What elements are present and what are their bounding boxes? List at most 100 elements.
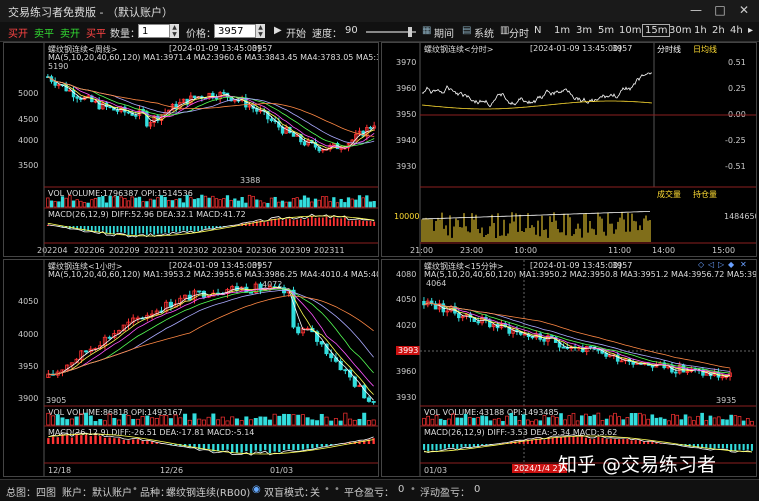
float-pnl-value: 0 [474,484,481,495]
symbol-value[interactable]: 螺纹钢连续(RB00) [166,484,250,499]
volume-bar [277,415,282,426]
candle-body [368,126,373,129]
volume-bar [721,419,725,426]
separator-icon: • [410,484,416,495]
volume-bar [362,412,367,426]
speed-value: 90 [345,25,358,36]
sell-open-button[interactable]: 卖开 [60,25,80,40]
volume-bar [295,197,299,208]
candle-body [530,336,535,339]
title-bar: 交易练习者免费版 - （默认账户） — □ ✕ [0,0,759,23]
sell-flat-button[interactable]: 卖平 [34,25,54,40]
volume-bar [258,416,263,426]
price-input[interactable]: 3957 [214,24,256,38]
volume-bar [258,200,263,208]
volume-bar [117,419,122,426]
volume-bar [708,415,713,426]
volume-bar [324,196,329,208]
candle-body [588,345,593,348]
close-button[interactable]: ✕ [736,3,752,17]
macd-dea-line [48,433,374,455]
period-1m[interactable]: 1m [552,25,572,36]
period-button[interactable]: 期间 [434,25,454,40]
volume-bar [267,419,272,426]
account-value[interactable]: 默认账户 [92,484,132,499]
toolbar: 买开 卖平 卖开 买平 数量： 1 ▲ ▼ 价格： 3957 ▲ ▼ ▶ 开始 速度… [0,22,759,42]
qty-spinner[interactable]: ▲ ▼ [170,24,179,38]
ma-line [47,76,375,147]
candle-body [329,353,334,359]
volume-bar [302,195,307,208]
system-button[interactable]: 系统 [474,25,494,40]
period-2h[interactable]: 2h [710,25,727,36]
blind-mode-label: 双盲模式： [264,488,314,499]
volume-bar [288,201,292,208]
volume-bar [348,418,353,426]
volume-bar [262,202,266,208]
period-n[interactable]: N [532,25,543,36]
more-periods-icon[interactable]: ▸ [748,25,753,36]
buy-flat-button[interactable]: 买平 [86,25,106,40]
candle-body [126,111,131,114]
volume-bar [488,420,493,426]
blind-mode-value[interactable]: 关 [310,484,320,499]
volume-bar [496,418,501,426]
separator-icon: • [334,484,340,495]
period-30m[interactable]: 30m [667,25,693,36]
volume-bar [426,415,431,426]
separator-icon: • [132,484,138,495]
period-4h[interactable]: 4h [728,25,745,36]
volume-bar [604,418,609,426]
volume-bar [98,419,103,426]
period-10m[interactable]: 10m [617,25,643,36]
volume-bar [123,197,127,208]
price-spinner[interactable]: ▲ ▼ [256,24,265,38]
candle-body [84,350,89,353]
speed-slider-thumb[interactable] [408,27,412,37]
hourly-chart-panel[interactable]: 螺纹钢连续<1小时> [2024-01-09 13:45:00] 3957 MA… [3,259,379,477]
ma-line [48,288,374,387]
volume-bar [687,416,692,426]
volume-bar [82,202,87,208]
volume-bar [240,196,244,208]
volume-bar [46,197,50,208]
volume-bar [220,416,225,426]
volume-bar [300,414,305,426]
minimize-button[interactable]: — [688,3,704,17]
volume-bar [567,415,572,426]
weekly-volume-bars [46,194,376,208]
maximize-button[interactable]: □ [712,3,728,17]
volume-bar [472,417,476,426]
period-1h[interactable]: 1h [692,25,709,36]
volume-bar [189,197,193,208]
qty-input[interactable]: 1 [138,24,170,38]
play-icon[interactable]: ▶ [274,25,282,36]
timeshare-chart-panel[interactable]: 螺纹钢连续<分时> [2024-01-09 13:45:00] 3957 分时线… [381,42,757,257]
volume-bar [253,418,258,426]
m15-chart-panel[interactable]: 螺纹钢连续<15分钟> [2024-01-09 13:45:00] 3957 ◇… [381,259,757,477]
volume-bar [282,413,287,426]
period-3m[interactable]: 3m [574,25,594,36]
weekly-chart-panel[interactable]: 螺纹钢连续<周线> [2024-01-09 13:45:00] 3957 MA(… [3,42,379,257]
layout-value[interactable]: 四图 [36,484,56,499]
volume-bar [225,420,230,426]
volume-bar [181,202,186,208]
volume-bar [273,196,277,208]
timeshare-button[interactable]: 分时 [509,25,529,40]
ma-line [47,76,375,151]
volume-bar [646,418,650,426]
buy-open-button[interactable]: 买开 [8,25,28,40]
volume-bar [93,421,98,426]
start-button[interactable]: 开始 [286,25,306,40]
price-line [421,72,652,108]
volume-bar [225,195,230,208]
volume-bar [244,202,248,208]
volume-bar [361,197,365,208]
float-pnl-label: 浮动盈亏： [420,488,470,499]
candle-body [115,109,120,112]
volume-bar [315,420,320,426]
volume-bar [167,200,171,208]
volume-bar [185,194,189,208]
hourly-volume-bars [46,412,376,426]
period-5m[interactable]: 5m [596,25,616,36]
